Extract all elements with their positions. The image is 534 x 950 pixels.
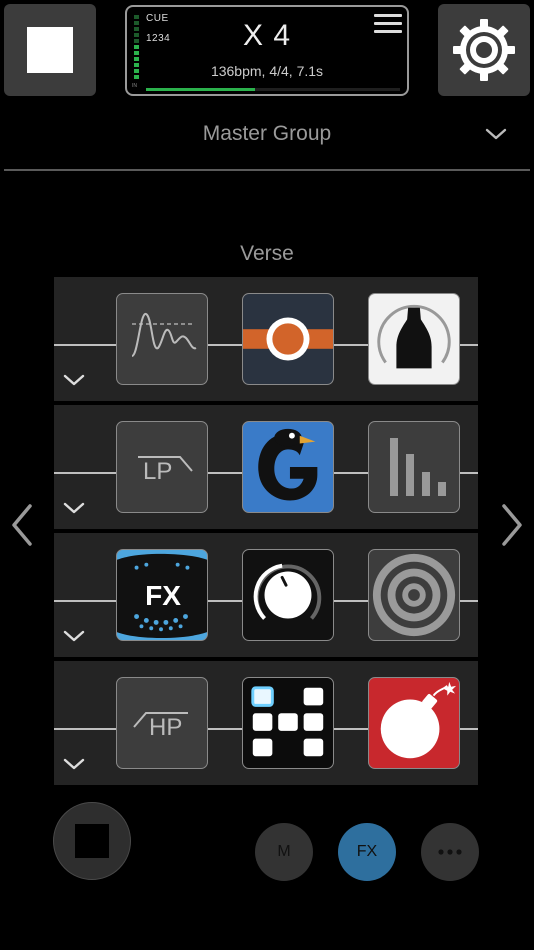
display-main-text: X 4 bbox=[242, 19, 292, 52]
bottom-stop-button[interactable] bbox=[53, 802, 131, 880]
bar-graph-icon bbox=[390, 438, 446, 496]
progress-track bbox=[146, 88, 400, 91]
hamburger-icon[interactable] bbox=[374, 14, 402, 38]
orange-record-circle-icon bbox=[243, 317, 333, 361]
group-title[interactable]: Master Group bbox=[0, 122, 534, 146]
hp-label: HP bbox=[149, 714, 183, 741]
section-title: Verse bbox=[240, 242, 294, 265]
mute-button[interactable]: M bbox=[255, 823, 313, 881]
prev-page-button[interactable] bbox=[6, 500, 36, 555]
plugin-slot-bomb[interactable] bbox=[368, 677, 460, 769]
pad-grid-icon bbox=[251, 686, 324, 757]
chevron-left-icon bbox=[12, 504, 32, 546]
chain-row-1 bbox=[54, 277, 478, 401]
fx-label: FX bbox=[145, 580, 181, 611]
plugin-slot-record[interactable] bbox=[242, 293, 334, 385]
stop-button[interactable] bbox=[4, 4, 96, 96]
plugin-slot-fx[interactable]: FX bbox=[116, 549, 208, 641]
next-page-button[interactable] bbox=[498, 500, 528, 555]
black-bottle-knob-icon bbox=[377, 304, 451, 369]
ellipsis-icon bbox=[438, 849, 462, 855]
envelope-waveform-icon bbox=[131, 312, 197, 357]
more-button[interactable] bbox=[421, 823, 479, 881]
chevron-down-icon[interactable] bbox=[62, 373, 86, 392]
chevron-down-icon[interactable] bbox=[62, 757, 86, 776]
chevron-down-icon[interactable] bbox=[484, 126, 508, 147]
transport-display[interactable]: CUE 1234 IN X 4 136bpm, 4/4, 7.1s bbox=[125, 5, 409, 96]
plugin-slot-pads[interactable] bbox=[242, 677, 334, 769]
volume-knob-icon bbox=[253, 563, 322, 620]
fx-button[interactable]: FX bbox=[338, 823, 396, 881]
chain-row-2: LP bbox=[54, 405, 478, 529]
plugin-slot-bottle[interactable] bbox=[368, 293, 460, 385]
lp-label: LP bbox=[143, 458, 173, 485]
bomb-icon bbox=[380, 681, 457, 759]
chevron-down-icon[interactable] bbox=[62, 629, 86, 648]
plugin-slot-lowpass[interactable]: LP bbox=[116, 421, 208, 513]
chevron-down-icon[interactable] bbox=[62, 501, 86, 520]
stop-square-icon bbox=[27, 27, 73, 73]
plugin-slot-volume[interactable] bbox=[242, 549, 334, 641]
stop-square-icon bbox=[75, 824, 109, 858]
goose-g-icon bbox=[258, 428, 318, 501]
plugin-slot-highpass[interactable]: HP bbox=[116, 677, 208, 769]
display-sub-text: 136bpm, 4/4, 7.1s bbox=[210, 63, 324, 79]
meter-in-label: IN bbox=[132, 83, 137, 89]
gear-icon bbox=[453, 19, 515, 81]
mute-label: M bbox=[277, 843, 291, 860]
chain-row-3: FX bbox=[54, 533, 478, 657]
chain-row-4: HP bbox=[54, 661, 478, 785]
divider bbox=[4, 169, 530, 171]
chevron-right-icon bbox=[502, 504, 522, 546]
concentric-rings-icon bbox=[372, 553, 456, 637]
plugin-slot-bargraph[interactable] bbox=[368, 421, 460, 513]
fx-button-label: FX bbox=[356, 843, 378, 860]
plugin-slot-rings[interactable] bbox=[368, 549, 460, 641]
progress-fill bbox=[146, 88, 256, 91]
plugin-slot-goose[interactable] bbox=[242, 421, 334, 513]
plugin-slot-envelope[interactable] bbox=[116, 293, 208, 385]
settings-button[interactable] bbox=[438, 4, 530, 96]
